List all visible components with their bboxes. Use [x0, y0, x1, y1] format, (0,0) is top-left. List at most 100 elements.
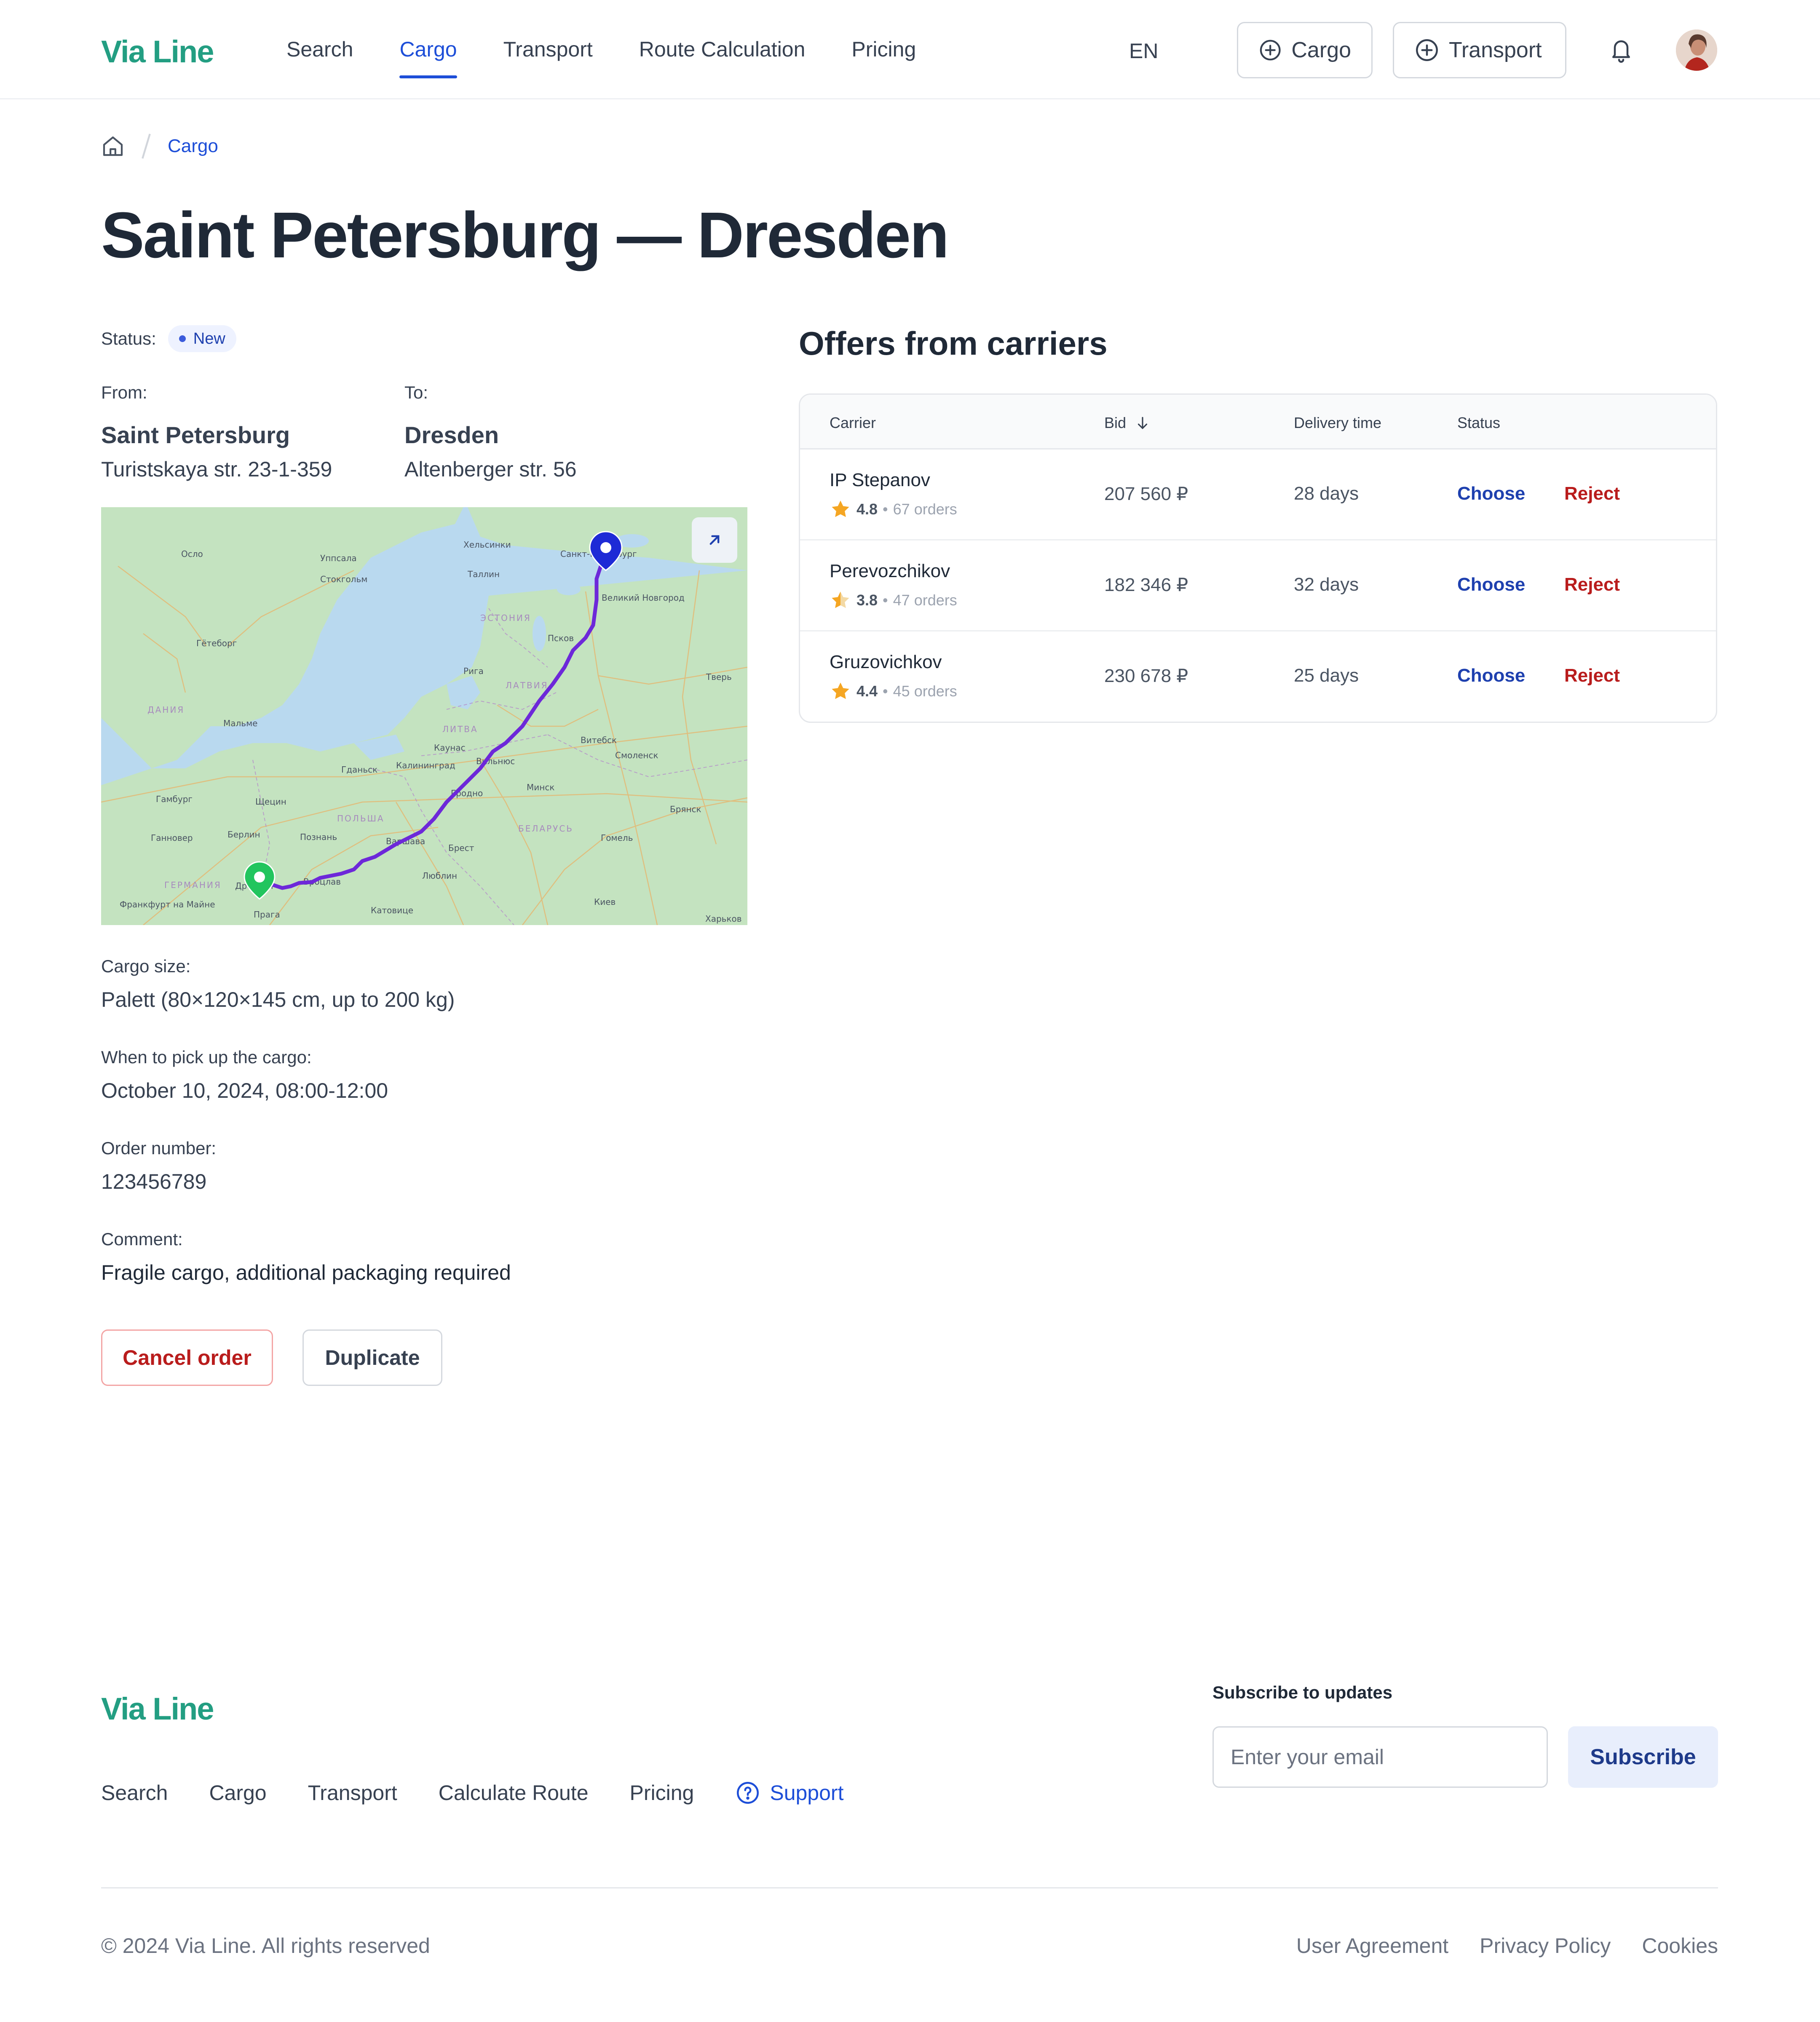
subscribe-button[interactable]: Subscribe: [1568, 1726, 1718, 1788]
duplicate-button[interactable]: Duplicate: [302, 1329, 442, 1386]
nav-route-calculation[interactable]: Route Calculation: [639, 37, 806, 78]
status-row: Status: New: [101, 325, 236, 352]
footer-nav-calculate-route[interactable]: Calculate Route: [439, 1781, 589, 1805]
footer-support-label: Support: [770, 1781, 844, 1805]
map-label-berlin: Берлин: [228, 829, 260, 840]
pickup-label: When to pick up the cargo:: [101, 1047, 312, 1067]
footer-nav-pricing[interactable]: Pricing: [630, 1781, 694, 1805]
user-agreement-link[interactable]: User Agreement: [1296, 1934, 1448, 1958]
rating-value: 4.4: [856, 682, 878, 700]
cookies-link[interactable]: Cookies: [1642, 1934, 1718, 1958]
bid-value: 230 678 ₽: [1104, 666, 1188, 686]
to-city: Dresden: [404, 422, 499, 448]
rating-separator: •: [883, 591, 888, 609]
rating-value: 4.8: [856, 500, 878, 518]
add-transport-label: Transport: [1449, 38, 1542, 62]
page-title: Saint Petersburg — Dresden: [101, 199, 949, 271]
footer-divider: [101, 1887, 1718, 1888]
add-cargo-button[interactable]: Cargo: [1237, 22, 1373, 78]
map-label-malmo: Мальме: [223, 718, 257, 728]
avatar[interactable]: [1676, 29, 1717, 71]
star-half-icon: [832, 591, 849, 608]
map-label-katowice: Катовице: [371, 905, 413, 915]
status-value: New: [193, 329, 225, 348]
copyright: © 2024 Via Line. All rights reserved: [101, 1934, 430, 1958]
map-label-lithuania: ЛИТВА: [442, 724, 478, 734]
breadcrumb-cargo[interactable]: Cargo: [168, 136, 218, 157]
arrow-up-right-icon: [709, 535, 720, 545]
footer-nav-search[interactable]: Search: [101, 1781, 168, 1805]
status-label: Status:: [101, 329, 156, 348]
table-row: Perevozchikov 3.8 • 47 orders 182 346 ₽ …: [800, 540, 1716, 631]
map-label-kaunas: Каунас: [434, 743, 466, 753]
reject-button[interactable]: Reject: [1564, 665, 1620, 686]
help-circle-icon: [737, 1782, 759, 1804]
pickup-field: When to pick up the cargo: October 10, 2…: [101, 1047, 388, 1103]
breadcrumb: Cargo: [101, 131, 218, 161]
carrier-name: Gruzovichkov: [830, 652, 942, 672]
rating-value: 3.8: [856, 591, 878, 609]
bell-icon[interactable]: [1609, 35, 1634, 64]
from-address: Turistskaya str. 23-1-359: [101, 457, 332, 481]
reject-button[interactable]: Reject: [1564, 574, 1620, 595]
map-label-gdansk: Гданьск: [341, 765, 377, 775]
table-row: Gruzovichkov 4.4 • 45 orders 230 678 ₽ 2…: [800, 631, 1716, 722]
footer-nav: Search Cargo Transport Calculate Route P…: [101, 1780, 843, 1805]
route-map[interactable]: Хельсинки Санкт-Петербург Таллин Стокгол…: [101, 507, 747, 925]
map-label-tver: Тверь: [706, 672, 732, 682]
cargo-size-value: Palett (80×120×145 cm, up to 200 kg): [101, 988, 455, 1011]
map-label-szczecin: Щецин: [255, 797, 286, 807]
comment-label: Comment:: [101, 1229, 183, 1249]
map-label-brest: Брест: [448, 843, 474, 853]
nav-pricing[interactable]: Pricing: [851, 37, 916, 78]
orders-count: 45 orders: [893, 682, 957, 700]
footer-nav-transport[interactable]: Transport: [308, 1781, 397, 1805]
home-icon[interactable]: [101, 134, 125, 158]
column-bid[interactable]: Bid: [1104, 414, 1151, 432]
table-header: Carrier Bid Delivery time Status: [800, 395, 1716, 449]
carrier-rating: 4.4 • 45 orders: [830, 680, 957, 702]
choose-button[interactable]: Choose: [1457, 483, 1525, 504]
email-field[interactable]: [1212, 1726, 1548, 1788]
subscribe-title: Subscribe to updates: [1212, 1682, 1393, 1702]
map-label-poland: ПОЛЬША: [337, 813, 385, 824]
map-label-gomel: Гомель: [601, 833, 633, 843]
from-city: Saint Petersburg: [101, 422, 290, 448]
map-label-riga: Рига: [463, 666, 484, 676]
reject-button[interactable]: Reject: [1564, 483, 1620, 504]
cancel-order-button[interactable]: Cancel order: [101, 1329, 273, 1386]
map-label-vitebsk: Витебск: [581, 735, 617, 745]
logo[interactable]: Via Line: [101, 34, 214, 70]
map-label-bryansk: Брянск: [670, 804, 701, 814]
carrier-name: Perevozchikov: [830, 561, 950, 581]
add-transport-button[interactable]: Transport: [1393, 22, 1566, 78]
to-address: Altenberger str. 56: [404, 457, 577, 481]
expand-map-button[interactable]: [692, 517, 737, 563]
carrier-name: IP Stepanov: [830, 470, 930, 490]
footer-logo[interactable]: Via Line: [101, 1691, 214, 1727]
status-badge: New: [168, 325, 236, 352]
privacy-policy-link[interactable]: Privacy Policy: [1480, 1934, 1611, 1958]
map-label-belarus: БЕЛАРУСЬ: [518, 824, 573, 834]
map-label-lublin: Люблин: [422, 871, 457, 881]
bid-value: 182 346 ₽: [1104, 575, 1188, 595]
to-label: To:: [404, 382, 428, 402]
map-label-hamburg: Гамбург: [156, 794, 193, 804]
map-label-stockholm: Стокгольм: [320, 574, 367, 584]
nav-transport[interactable]: Transport: [503, 37, 593, 78]
footer-support-link[interactable]: Support: [735, 1780, 843, 1805]
nav-search[interactable]: Search: [286, 37, 353, 78]
map-label-frankfurt: Франкфурт на Майне: [120, 899, 215, 909]
cargo-size-field: Cargo size: Palett (80×120×145 cm, up to…: [101, 956, 455, 1012]
footer-nav-cargo[interactable]: Cargo: [209, 1781, 266, 1805]
choose-button[interactable]: Choose: [1457, 574, 1525, 595]
breadcrumb-separator: [142, 134, 151, 159]
language-switcher[interactable]: EN: [1129, 39, 1158, 63]
map-label-praha: Прага: [254, 909, 280, 920]
choose-button[interactable]: Choose: [1457, 665, 1525, 686]
map-label-latvia: ЛАТВИЯ: [506, 680, 549, 690]
map-label-hannover: Ганновер: [151, 833, 193, 843]
header: Via Line Search Cargo Transport Route Ca…: [0, 0, 1820, 99]
column-carrier: Carrier: [830, 414, 876, 431]
nav-cargo[interactable]: Cargo: [399, 37, 457, 78]
